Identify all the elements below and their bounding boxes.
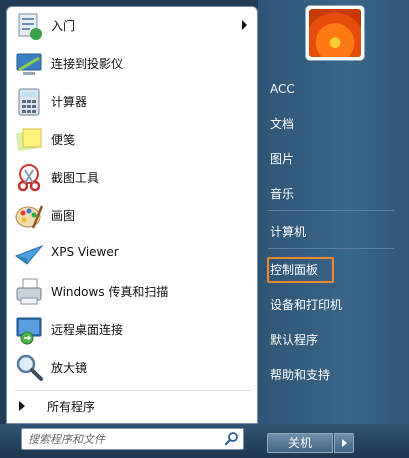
- right-item-default-programs[interactable]: 默认程序: [270, 329, 318, 351]
- program-label: 入门: [51, 19, 76, 33]
- submenu-arrow-icon: [242, 20, 247, 30]
- user-picture-flower-icon: [309, 9, 361, 57]
- program-label: Windows 传真和扫描: [51, 285, 169, 299]
- all-programs-label: 所有程序: [47, 400, 96, 414]
- search-input[interactable]: [28, 431, 218, 447]
- calculator-icon: [18, 88, 40, 116]
- projector-icon: [16, 53, 42, 75]
- shutdown-options-button[interactable]: [334, 433, 354, 453]
- sticky-notes-icon: [15, 128, 42, 152]
- right-divider: [268, 248, 394, 249]
- arrow-right-icon: [342, 439, 347, 447]
- xps-viewer-icon: [14, 244, 44, 265]
- shutdown-button[interactable]: 关机: [267, 433, 333, 453]
- program-item-getting-started[interactable]: 入门: [7, 7, 257, 45]
- right-item-pictures[interactable]: 图片: [270, 148, 294, 170]
- search-icon[interactable]: [224, 431, 240, 447]
- right-item-acc[interactable]: ACC: [270, 78, 295, 100]
- fax-scan-icon: [16, 278, 42, 305]
- program-item-projector[interactable]: 连接到投影仪: [7, 45, 257, 83]
- remote-desktop-icon: [16, 317, 42, 345]
- getting-started-icon: [18, 13, 42, 40]
- program-item-fax-scan[interactable]: Windows 传真和扫描: [7, 273, 257, 311]
- programs-pane: 入门 连接到投影仪 计算器 便笺 截图工具 画图 XPS Viewer Wind…: [6, 6, 258, 424]
- program-item-sticky-notes[interactable]: 便笺: [7, 121, 257, 159]
- program-item-paint[interactable]: 画图: [7, 197, 257, 235]
- right-item-help-support[interactable]: 帮助和支持: [270, 364, 330, 386]
- right-item-documents[interactable]: 文档: [270, 113, 294, 135]
- magnifier-icon: [16, 354, 43, 381]
- all-programs-arrow-icon: [19, 401, 25, 411]
- search-box[interactable]: [21, 428, 244, 450]
- program-label: 放大镜: [51, 361, 88, 375]
- right-item-computer[interactable]: 计算机: [270, 221, 306, 243]
- program-item-calculator[interactable]: 计算器: [7, 83, 257, 121]
- program-label: 画图: [51, 209, 76, 223]
- program-item-magnifier[interactable]: 放大镜: [7, 349, 257, 387]
- right-divider: [268, 210, 394, 211]
- program-label: 便笺: [51, 133, 76, 147]
- right-item-control-panel[interactable]: 控制面板: [270, 259, 318, 281]
- snipping-tool-icon: [17, 164, 41, 192]
- start-menu: 入门 连接到投影仪 计算器 便笺 截图工具 画图 XPS Viewer Wind…: [0, 0, 409, 458]
- program-label: XPS Viewer: [51, 245, 119, 259]
- right-pane: [258, 0, 409, 424]
- program-label: 计算器: [51, 95, 88, 109]
- program-label: 截图工具: [51, 171, 100, 185]
- paint-icon: [15, 205, 44, 229]
- user-picture[interactable]: [306, 6, 364, 60]
- programs-divider: [15, 390, 251, 391]
- all-programs-item[interactable]: 所有程序: [7, 393, 257, 419]
- program-label: 远程桌面连接: [51, 323, 124, 337]
- program-label: 连接到投影仪: [51, 57, 124, 71]
- right-item-devices-printers[interactable]: 设备和打印机: [270, 294, 342, 316]
- program-item-snipping-tool[interactable]: 截图工具: [7, 159, 257, 197]
- program-item-remote-desktop[interactable]: 远程桌面连接: [7, 311, 257, 349]
- program-item-xps-viewer[interactable]: XPS Viewer: [7, 235, 257, 273]
- right-item-music[interactable]: 音乐: [270, 183, 294, 205]
